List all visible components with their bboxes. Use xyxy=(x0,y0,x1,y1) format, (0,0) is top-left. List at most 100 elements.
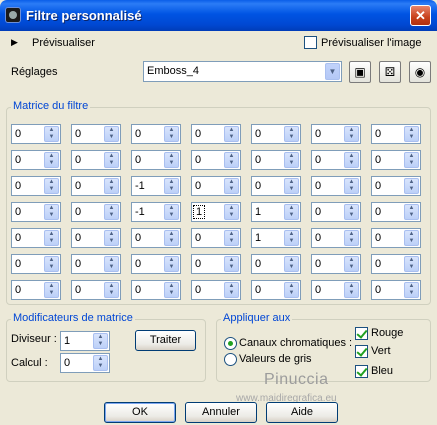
spin-arrows-icon[interactable]: ▲ ▼ xyxy=(104,256,119,272)
green-checkbox[interactable] xyxy=(355,345,368,358)
matrix-cell-spinner[interactable]: 0 ▲ ▼ xyxy=(371,150,421,170)
spin-arrows-icon[interactable]: ▲ ▼ xyxy=(164,282,179,298)
matrix-cell-spinner[interactable]: 0 ▲ ▼ xyxy=(311,228,361,248)
matrix-cell-spinner[interactable]: 0 ▲ ▼ xyxy=(11,228,61,248)
spin-arrows-icon[interactable]: ▲ ▼ xyxy=(164,230,179,246)
spin-arrows-icon[interactable]: ▲ ▼ xyxy=(284,256,299,272)
matrix-cell-spinner[interactable]: 0 ▲ ▼ xyxy=(191,124,241,144)
spin-arrows-icon[interactable]: ▲ ▼ xyxy=(93,355,108,371)
divisor-spinner[interactable]: 1 ▲ ▼ xyxy=(60,331,110,351)
spin-arrows-icon[interactable]: ▲ ▼ xyxy=(93,333,108,349)
spin-arrows-icon[interactable]: ▲ ▼ xyxy=(44,256,59,272)
spin-arrows-icon[interactable]: ▲ ▼ xyxy=(44,282,59,298)
spin-arrows-icon[interactable]: ▲ ▼ xyxy=(284,178,299,194)
matrix-cell-spinner[interactable]: 0 ▲ ▼ xyxy=(371,254,421,274)
matrix-cell-spinner[interactable]: 0 ▲ ▼ xyxy=(71,228,121,248)
spin-arrows-icon[interactable]: ▲ ▼ xyxy=(44,152,59,168)
spin-arrows-icon[interactable]: ▲ ▼ xyxy=(104,178,119,194)
spin-arrows-icon[interactable]: ▲ ▼ xyxy=(284,230,299,246)
close-button[interactable]: ✕ xyxy=(410,5,431,26)
matrix-cell-spinner[interactable]: 0 ▲ ▼ xyxy=(311,254,361,274)
preview-toggle-label[interactable]: Prévisualiser xyxy=(32,37,95,49)
blue-label[interactable]: Bleu xyxy=(371,365,393,377)
matrix-cell-spinner[interactable]: 0 ▲ ▼ xyxy=(251,254,301,274)
spin-arrows-icon[interactable]: ▲ ▼ xyxy=(164,126,179,142)
spin-arrows-icon[interactable]: ▲ ▼ xyxy=(104,230,119,246)
spin-arrows-icon[interactable]: ▲ ▼ xyxy=(404,152,419,168)
matrix-cell-spinner[interactable]: 0 ▲ ▼ xyxy=(131,280,181,300)
title-bar[interactable]: Filtre personnalisé ✕ xyxy=(0,0,437,31)
spin-arrows-icon[interactable]: ▲ ▼ xyxy=(224,204,239,220)
save-preset-button[interactable]: ▣ xyxy=(349,61,371,83)
matrix-cell-spinner[interactable]: -1 ▲ ▼ xyxy=(131,176,181,196)
matrix-cell-spinner[interactable]: 0 ▲ ▼ xyxy=(311,176,361,196)
spin-arrows-icon[interactable]: ▲ ▼ xyxy=(224,282,239,298)
process-button[interactable]: Traiter xyxy=(135,330,196,351)
matrix-cell-spinner[interactable]: 0 ▲ ▼ xyxy=(71,254,121,274)
spin-arrows-icon[interactable]: ▲ ▼ xyxy=(164,204,179,220)
matrix-cell-spinner[interactable]: 1 ▲ ▼ xyxy=(251,202,301,222)
matrix-cell-spinner[interactable]: 0 ▲ ▼ xyxy=(371,124,421,144)
blue-checkbox[interactable] xyxy=(355,365,368,378)
preview-image-checkbox[interactable] xyxy=(304,36,317,49)
matrix-cell-spinner[interactable]: 0 ▲ ▼ xyxy=(191,176,241,196)
spin-arrows-icon[interactable]: ▲ ▼ xyxy=(224,178,239,194)
matrix-cell-spinner[interactable]: 0 ▲ ▼ xyxy=(11,202,61,222)
spin-arrows-icon[interactable]: ▲ ▼ xyxy=(104,204,119,220)
matrix-cell-spinner[interactable]: 0 ▲ ▼ xyxy=(131,228,181,248)
matrix-cell-spinner[interactable]: 0 ▲ ▼ xyxy=(71,202,121,222)
ok-button[interactable]: OK xyxy=(104,402,176,423)
spin-arrows-icon[interactable]: ▲ ▼ xyxy=(284,126,299,142)
preview-image-label[interactable]: Prévisualiser l'image xyxy=(321,37,422,49)
spin-arrows-icon[interactable]: ▲ ▼ xyxy=(404,230,419,246)
spin-arrows-icon[interactable]: ▲ ▼ xyxy=(344,126,359,142)
matrix-cell-spinner[interactable]: 0 ▲ ▼ xyxy=(11,254,61,274)
spin-arrows-icon[interactable]: ▲ ▼ xyxy=(104,126,119,142)
spin-arrows-icon[interactable]: ▲ ▼ xyxy=(224,126,239,142)
spin-arrows-icon[interactable]: ▲ ▼ xyxy=(404,282,419,298)
matrix-cell-spinner[interactable]: 0 ▲ ▼ xyxy=(191,254,241,274)
cancel-button[interactable]: Annuler xyxy=(185,402,257,423)
matrix-cell-spinner[interactable]: 0 ▲ ▼ xyxy=(251,280,301,300)
spin-arrows-icon[interactable]: ▲ ▼ xyxy=(284,204,299,220)
channels-radio[interactable] xyxy=(224,337,237,350)
spin-arrows-icon[interactable]: ▲ ▼ xyxy=(164,256,179,272)
spin-arrows-icon[interactable]: ▲ ▼ xyxy=(344,204,359,220)
spin-arrows-icon[interactable]: ▲ ▼ xyxy=(104,282,119,298)
matrix-cell-spinner[interactable]: 0 ▲ ▼ xyxy=(311,280,361,300)
matrix-cell-spinner[interactable]: 0 ▲ ▼ xyxy=(371,176,421,196)
matrix-cell-spinner[interactable]: 0 ▲ ▼ xyxy=(251,176,301,196)
matrix-cell-spinner[interactable]: 1 ▲ ▼ xyxy=(191,202,241,222)
spin-arrows-icon[interactable]: ▲ ▼ xyxy=(344,282,359,298)
spin-arrows-icon[interactable]: ▲ ▼ xyxy=(344,230,359,246)
spin-arrows-icon[interactable]: ▲ ▼ xyxy=(44,126,59,142)
help-button[interactable]: Aide xyxy=(266,402,338,423)
matrix-cell-spinner[interactable]: 0 ▲ ▼ xyxy=(71,150,121,170)
spin-arrows-icon[interactable]: ▲ ▼ xyxy=(404,204,419,220)
expand-arrow-icon[interactable]: ▶ xyxy=(11,37,18,48)
matrix-cell-spinner[interactable]: 0 ▲ ▼ xyxy=(11,150,61,170)
spin-arrows-icon[interactable]: ▲ ▼ xyxy=(164,178,179,194)
spin-arrows-icon[interactable]: ▲ ▼ xyxy=(344,178,359,194)
spin-arrows-icon[interactable]: ▲ ▼ xyxy=(44,204,59,220)
spin-arrows-icon[interactable]: ▲ ▼ xyxy=(164,152,179,168)
matrix-cell-spinner[interactable]: 0 ▲ ▼ xyxy=(371,228,421,248)
spin-arrows-icon[interactable]: ▲ ▼ xyxy=(44,178,59,194)
matrix-cell-spinner[interactable]: 0 ▲ ▼ xyxy=(371,202,421,222)
bias-spinner[interactable]: 0 ▲ ▼ xyxy=(60,353,110,373)
spin-arrows-icon[interactable]: ▲ ▼ xyxy=(404,178,419,194)
matrix-cell-spinner[interactable]: 0 ▲ ▼ xyxy=(71,176,121,196)
matrix-cell-spinner[interactable]: 0 ▲ ▼ xyxy=(131,150,181,170)
matrix-cell-spinner[interactable]: 0 ▲ ▼ xyxy=(191,150,241,170)
random-preset-button[interactable]: ⚄ xyxy=(379,61,401,83)
matrix-cell-spinner[interactable]: 0 ▲ ▼ xyxy=(131,254,181,274)
matrix-cell-spinner[interactable]: 0 ▲ ▼ xyxy=(71,280,121,300)
matrix-cell-spinner[interactable]: 0 ▲ ▼ xyxy=(131,124,181,144)
spin-arrows-icon[interactable]: ▲ ▼ xyxy=(104,152,119,168)
matrix-cell-spinner[interactable]: 0 ▲ ▼ xyxy=(251,150,301,170)
spin-arrows-icon[interactable]: ▲ ▼ xyxy=(284,152,299,168)
spin-arrows-icon[interactable]: ▲ ▼ xyxy=(284,282,299,298)
spin-arrows-icon[interactable]: ▲ ▼ xyxy=(224,256,239,272)
matrix-cell-spinner[interactable]: 0 ▲ ▼ xyxy=(191,228,241,248)
matrix-cell-spinner[interactable]: 0 ▲ ▼ xyxy=(71,124,121,144)
